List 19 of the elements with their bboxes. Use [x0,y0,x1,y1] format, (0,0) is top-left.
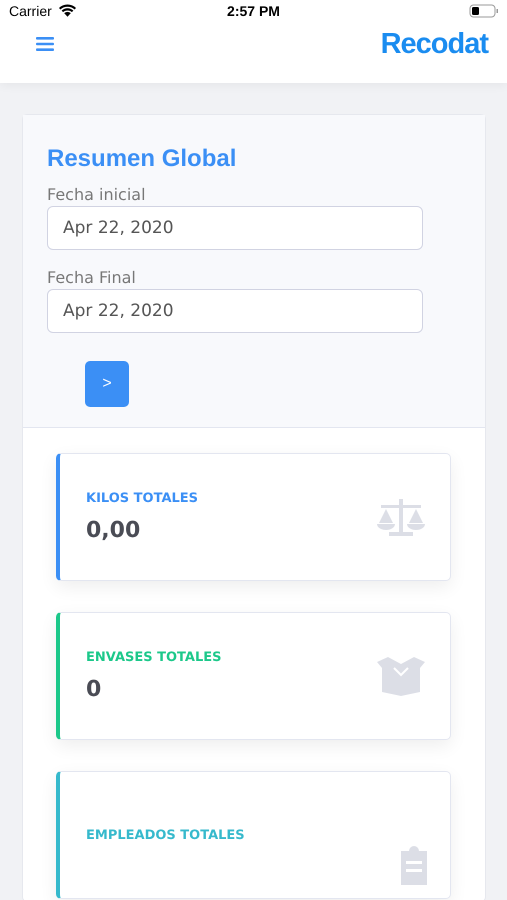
stat-label: ENVASES TOTALES [86,650,222,665]
clipboard-icon [398,845,430,885]
box-icon [376,656,426,696]
carrier-name: Carrier [9,2,52,19]
date-field[interactable]: Apr 22, 2020 [47,206,423,250]
stat-value: 0,00 [86,518,142,543]
field-label: Fecha inicial [47,185,147,204]
status-time: 2:57 PM [227,2,280,19]
scale-icon [376,497,426,537]
stat-label: EMPLEADOS TOTALES [86,828,245,842]
section-title: Resumen Global [47,145,238,173]
menu-icon[interactable] [36,36,54,52]
date-field[interactable]: Apr 22, 2020 [47,289,423,333]
wifi-icon [58,4,77,18]
stat-value: 0 [86,677,102,702]
field-label: Fecha Final [47,268,137,287]
battery-icon [469,4,499,18]
stat-label: KILOS TOTALES [86,491,198,506]
logo: Recodat [380,28,488,61]
